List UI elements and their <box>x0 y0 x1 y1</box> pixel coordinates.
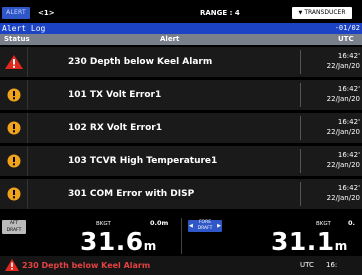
alert-date: 22/Jan/20 <box>326 161 360 169</box>
fore-draft-button[interactable]: ◀ FORE DRAFT ▶ <box>188 220 222 232</box>
echo-sounder-screen: ALERT <1> RANGE : 4 ▼ TRANSDUCER Alert Lo… <box>0 0 362 275</box>
chevron-left-icon: ◀ <box>189 223 193 229</box>
alert-date: 22/Jan/20 <box>326 128 360 136</box>
alert-row[interactable]: 230 Depth below Keel Alarm 16:42' 22/Jan… <box>0 47 362 77</box>
alert-button[interactable]: ALERT <box>2 7 30 19</box>
alert-text: 102 RX Volt Error1 <box>68 123 163 133</box>
warning-circle-icon <box>7 88 21 102</box>
alert-row[interactable]: 103 TCVR High Temperature1 16:42' 22/Jan… <box>0 146 362 176</box>
alert-row[interactable]: 101 TX Volt Error1 16:42' 22/Jan/20 <box>0 80 362 110</box>
alert-text: 301 COM Error with DISP <box>68 189 195 199</box>
row-divider <box>27 179 28 209</box>
transducer-button[interactable]: ▼ TRANSDUCER <box>292 7 352 19</box>
alarm-triangle-icon <box>5 55 23 69</box>
aft-draft-panel: AFT DRAFT BKGT 0.0m 31.6m <box>0 218 181 256</box>
alert-log-date: -01/02 <box>334 24 360 32</box>
row-divider <box>27 113 28 143</box>
aft-depth-unit: m <box>143 239 157 253</box>
alert-log-title: Alert Log <box>2 24 46 33</box>
aft-draft-button[interactable]: AFT DRAFT <box>2 220 26 234</box>
row-divider <box>27 146 28 176</box>
column-utc: UTC <box>338 35 354 43</box>
utc-time: 16: <box>326 261 338 269</box>
alert-row[interactable]: 102 RX Volt Error1 16:42' 22/Jan/20 <box>0 113 362 143</box>
alert-time: 16:42' <box>337 85 360 93</box>
alert-row[interactable]: 301 COM Error with DISP 16:42' 22/Jan/20 <box>0 179 362 209</box>
active-alert-bar[interactable]: 230 Depth below Keel Alarm UTC 16: <box>0 256 362 275</box>
alert-time: 16:42' <box>337 184 360 192</box>
utc-label: UTC <box>300 261 314 269</box>
fore-draft-panel: ◀ FORE DRAFT ▶ BKGT 0. 31.1m <box>182 218 362 256</box>
alert-date: 22/Jan/20 <box>326 62 360 70</box>
warning-circle-icon <box>7 154 21 168</box>
fore-depth-unit: m <box>334 239 348 253</box>
alert-log-title-bar: Alert Log -01/02 <box>0 23 362 34</box>
alert-table-header: Status Alert UTC <box>0 34 362 45</box>
caret-down-icon: ▼ <box>298 10 303 16</box>
warning-circle-icon <box>7 121 21 135</box>
alert-date: 22/Jan/20 <box>326 194 360 202</box>
panel-divider <box>181 218 182 254</box>
alert-time: 16:42' <box>337 52 360 60</box>
alarm-triangle-icon <box>5 259 19 271</box>
column-status: Status <box>4 35 30 43</box>
transducer-label: TRANSDUCER <box>304 9 346 16</box>
top-bar: ALERT <1> RANGE : 4 ▼ TRANSDUCER <box>0 6 362 20</box>
chevron-right-icon: ▶ <box>217 223 221 229</box>
aft-depth-value: 31.6 <box>80 227 144 256</box>
alert-text: 101 TX Volt Error1 <box>68 90 162 100</box>
row-divider <box>27 80 28 110</box>
range-indicator: RANGE : 4 <box>200 9 240 17</box>
alert-text: 103 TCVR High Temperature1 <box>68 156 218 166</box>
fore-depth-value: 31.1 <box>271 227 335 256</box>
row-divider <box>27 47 28 77</box>
fore-offset-value: 0. <box>348 219 355 227</box>
alert-time: 16:42' <box>337 151 360 159</box>
alert-date: 22/Jan/20 <box>326 95 360 103</box>
aft-offset-value: 0.0m <box>150 219 169 227</box>
column-alert: Alert <box>160 35 180 43</box>
alert-count: <1> <box>38 9 55 17</box>
fore-draft-label: FORE DRAFT <box>197 220 213 231</box>
active-alert-text: 230 Depth below Keel Alarm <box>22 261 151 270</box>
warning-circle-icon <box>7 187 21 201</box>
alert-text: 230 Depth below Keel Alarm <box>68 57 213 67</box>
alert-time: 16:42' <box>337 118 360 126</box>
